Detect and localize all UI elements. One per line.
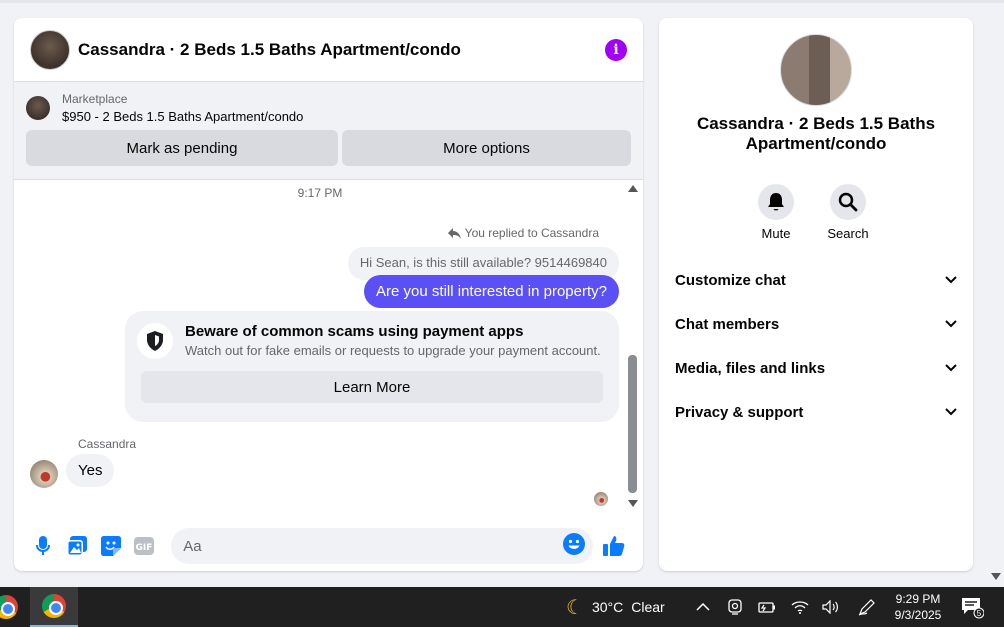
camera-icon[interactable] <box>724 587 746 627</box>
listing-title[interactable]: $950 - 2 Beds 1.5 Baths Apartment/condo <box>62 109 303 124</box>
sender-avatar[interactable] <box>30 460 58 488</box>
scroll-up-arrow[interactable] <box>628 185 638 192</box>
pen-icon[interactable] <box>856 587 878 627</box>
chrome-profile-app-icon[interactable] <box>30 587 78 627</box>
conversation-info-panel: Cassandra · 2 Beds 1.5 Baths Apartment/c… <box>659 18 973 571</box>
mute-label: Mute <box>761 226 791 241</box>
moon-icon: ☾ <box>566 596 584 619</box>
chat-header: Cassandra · 2 Beds 1.5 Baths Apartment/c… <box>14 18 643 82</box>
marketplace-banner: Marketplace $950 - 2 Beds 1.5 Baths Apar… <box>14 82 643 180</box>
shield-icon <box>137 323 173 359</box>
weather-widget[interactable]: ☾ 30°C Clear <box>566 587 665 627</box>
privacy-support-section[interactable]: Privacy & support <box>675 390 957 434</box>
sticker-icon[interactable] <box>94 528 128 564</box>
search-label: Search <box>827 226 869 241</box>
section-label: Chat members <box>675 315 780 333</box>
scroll-down-arrow[interactable] <box>628 500 638 507</box>
chevron-down-icon <box>945 276 957 284</box>
message-scrollbar[interactable] <box>626 185 640 507</box>
scroll-thumb[interactable] <box>628 355 637 493</box>
mark-as-pending-button[interactable]: Mark as pending <box>26 130 338 166</box>
contact-avatar[interactable] <box>30 29 70 70</box>
emoji-icon[interactable] <box>563 532 586 560</box>
learn-more-button[interactable]: Learn More <box>141 371 603 403</box>
bell-icon <box>768 193 784 211</box>
scam-warning-card: Beware of common scams using payment app… <box>125 311 619 422</box>
reply-icon <box>447 227 461 239</box>
reply-indicator: You replied to Cassandra <box>447 226 599 240</box>
svg-text:GIF: GIF <box>136 543 153 553</box>
sender-name: Cassandra <box>78 437 137 451</box>
profile-picture[interactable] <box>780 34 852 106</box>
chat-title[interactable]: Cassandra · 2 Beds 1.5 Baths Apartment/c… <box>78 40 605 60</box>
notification-icon[interactable]: 5 <box>960 595 985 619</box>
chevron-down-icon <box>945 364 957 372</box>
system-clock[interactable]: 9:29 PM 9/3/2025 <box>884 591 952 623</box>
taskbar: ☾ 30°C Clear 9:29 PM 9/3/2025 5 <box>0 587 1004 627</box>
info-icon[interactable]: i <box>605 38 627 61</box>
clock-date: 9/3/2025 <box>894 608 942 622</box>
mute-button[interactable]: Mute <box>753 184 799 241</box>
message-timestamp: 9:17 PM <box>297 186 343 200</box>
microphone-icon[interactable] <box>26 528 60 564</box>
chevron-down-icon <box>945 320 957 328</box>
weather-condition: Clear <box>631 599 665 615</box>
volume-icon[interactable] <box>820 587 842 627</box>
section-label: Privacy & support <box>675 403 804 421</box>
chevron-down-icon <box>945 408 957 416</box>
scam-warning-title: Beware of common scams using payment app… <box>185 323 524 340</box>
battery-icon[interactable] <box>756 587 778 627</box>
notification-count: 5 <box>977 609 982 618</box>
seen-indicator-avatar <box>594 492 608 506</box>
search-icon <box>838 192 858 212</box>
chevron-up-icon[interactable] <box>692 587 714 627</box>
received-message[interactable]: Yes <box>66 454 115 487</box>
sent-message[interactable]: Are you still interested in property? <box>364 275 619 308</box>
image-icon[interactable] <box>60 528 94 564</box>
chrome-app-icon[interactable] <box>0 587 30 627</box>
message-input-wrapper <box>171 528 594 564</box>
more-options-button[interactable]: More options <box>342 130 631 166</box>
message-input[interactable] <box>183 537 564 555</box>
chat-members-section[interactable]: Chat members <box>675 302 957 346</box>
gif-icon[interactable]: GIF <box>127 528 161 564</box>
section-label: Customize chat <box>675 271 786 289</box>
page-scroll-down-arrow[interactable] <box>991 573 1001 580</box>
temperature: 30°C <box>591 599 624 615</box>
thumbs-up-icon[interactable] <box>597 528 631 564</box>
replied-label: You replied to Cassandra <box>464 226 599 240</box>
message-list: 9:17 PM You replied to Cassandra Hi Sean… <box>14 181 643 521</box>
wifi-icon[interactable] <box>789 587 811 627</box>
section-label: Media, files and links <box>675 359 826 377</box>
clock-time: 9:29 PM <box>895 592 941 606</box>
listing-thumbnail[interactable] <box>26 96 50 120</box>
message-composer: GIF <box>14 521 643 571</box>
search-button[interactable]: Search <box>825 184 871 241</box>
media-files-links-section[interactable]: Media, files and links <box>675 346 957 390</box>
customize-chat-section[interactable]: Customize chat <box>675 258 957 302</box>
profile-name: Cassandra · 2 Beds 1.5 Baths Apartment/c… <box>696 114 936 153</box>
marketplace-label: Marketplace <box>62 92 128 106</box>
chat-panel: Cassandra · 2 Beds 1.5 Baths Apartment/c… <box>14 18 643 571</box>
scam-warning-description: Watch out for fake emails or requests to… <box>185 343 601 358</box>
top-border <box>0 0 1004 3</box>
